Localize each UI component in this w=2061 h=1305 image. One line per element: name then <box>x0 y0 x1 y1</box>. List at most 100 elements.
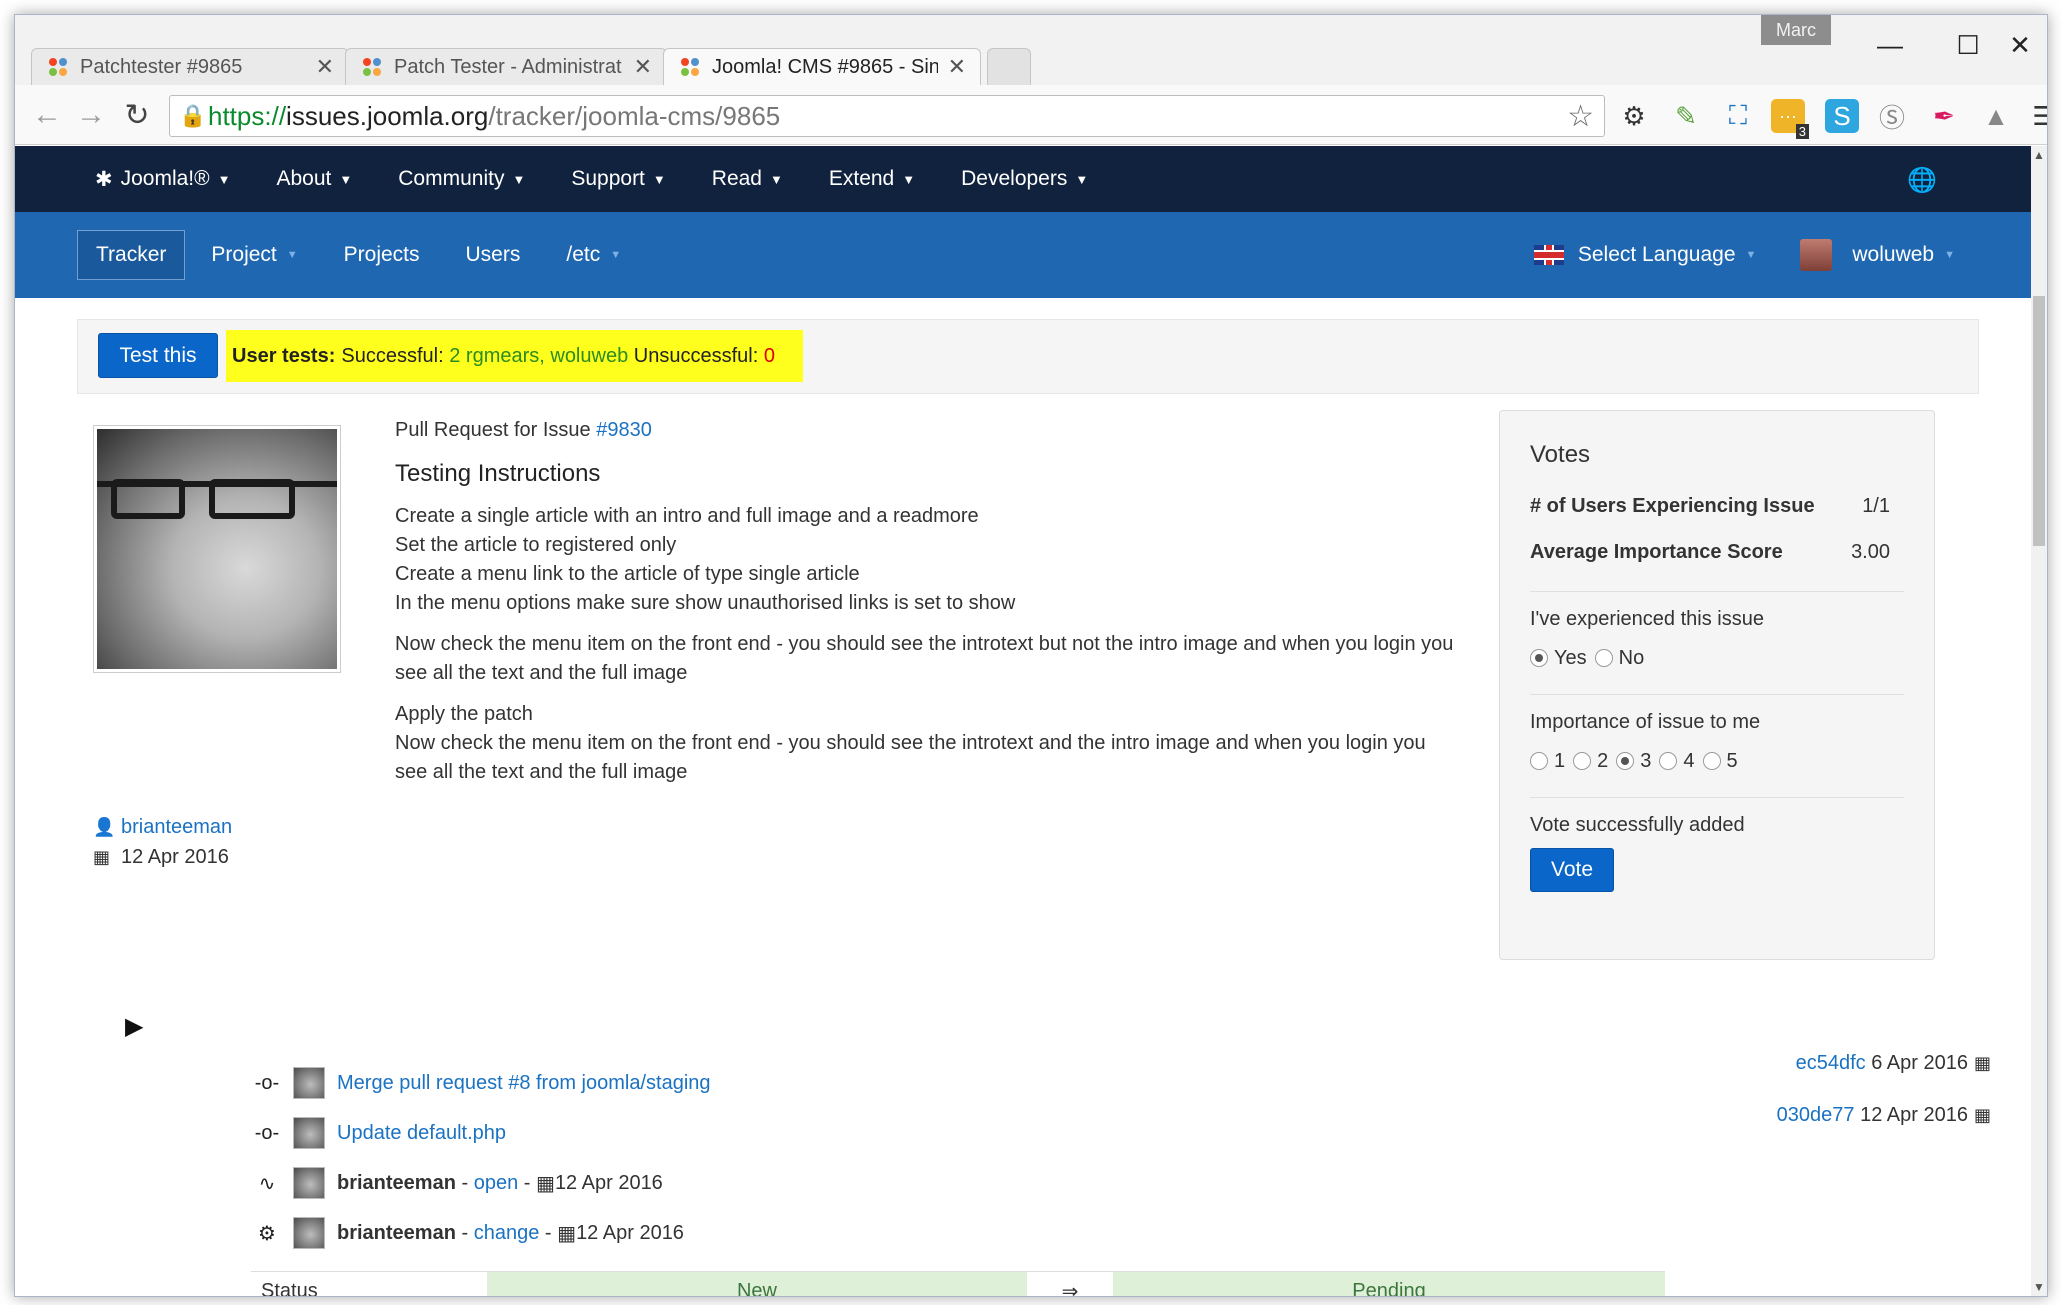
importance-4-radio[interactable] <box>1659 752 1678 770</box>
subnav-etc[interactable]: /etc ▼ <box>566 243 621 267</box>
divider <box>1530 591 1904 592</box>
subnav-tracker[interactable]: Tracker <box>77 230 186 280</box>
caret-down-icon: ▼ <box>902 171 916 187</box>
minimize-icon[interactable]: — <box>1865 25 1915 65</box>
status-to: Pending <box>1113 1272 1665 1296</box>
successful-users[interactable]: rgmears, woluweb <box>466 345 628 368</box>
importance-2-label: 2 <box>1597 749 1609 772</box>
caret-down-icon: ▼ <box>652 171 666 187</box>
skype-app-icon[interactable]: S <box>1825 99 1859 133</box>
expand-toggle-icon[interactable]: ▶ <box>125 1012 143 1041</box>
nav-label: Read <box>711 167 762 190</box>
author-date-row: ▦ 12 Apr 2016 <box>93 842 232 872</box>
subnav-users[interactable]: Users <box>466 243 521 267</box>
nav-extend[interactable]: Extend ▼ <box>829 167 915 191</box>
vote-message: Vote successfully added <box>1530 814 1745 836</box>
globe-icon[interactable]: 🌐 <box>1907 166 1937 195</box>
scroll-up-icon[interactable]: ▲ <box>2031 148 2047 164</box>
close-window-icon[interactable]: ✕ <box>1995 25 2045 65</box>
joomla-favicon-icon <box>46 55 70 79</box>
nav-about[interactable]: About ▼ <box>277 167 353 191</box>
issue-description: Pull Request for Issue #9830 Testing Ins… <box>395 416 1455 799</box>
address-bar[interactable]: 🔒 https:// issues.joomla.org /tracker/jo… <box>169 95 1605 137</box>
unsuccessful-count: 0 <box>763 344 775 367</box>
caret-down-icon: ▼ <box>1075 171 1089 187</box>
dropper-extension-icon[interactable]: ✎ <box>1669 99 1703 133</box>
select-language-dropdown[interactable]: Select Language <box>1578 243 1736 267</box>
bookmark-star-icon[interactable]: ☆ <box>1567 99 1594 134</box>
profile-badge[interactable]: Marc <box>1761 15 1831 45</box>
event-action[interactable]: change <box>474 1222 540 1245</box>
scroll-thumb[interactable] <box>2033 296 2045 546</box>
caret-down-icon: ▼ <box>286 249 298 261</box>
importance-2-radio[interactable] <box>1573 752 1592 770</box>
nav-community[interactable]: Community ▼ <box>398 167 525 191</box>
tab-title: Patch Tester - Administrat <box>394 55 622 78</box>
page-scrollbar[interactable]: ▲ ▼ <box>2031 146 2047 1296</box>
nav-label: Community <box>398 167 505 190</box>
after-patch-text: Now check the menu item on the front end… <box>395 732 1426 783</box>
experienced-label: I've experienced this issue <box>1530 608 1764 630</box>
chat-extension-icon[interactable]: 3 ··· <box>1771 99 1809 139</box>
event-separator: - <box>461 1171 469 1194</box>
importance-radio-group: 1 2 3 4 5 <box>1530 741 1904 781</box>
votes-title: Votes <box>1530 441 1591 468</box>
commit-meta: 030de77 12 Apr 2016 ▦ <box>1777 1104 1991 1127</box>
experienced-no-radio[interactable] <box>1594 649 1613 667</box>
subnav-projects[interactable]: Projects <box>344 243 420 267</box>
nav-support[interactable]: Support ▼ <box>571 167 665 191</box>
tab-patchtester[interactable]: Patchtester #9865 ✕ <box>31 48 349 85</box>
subnav-project[interactable]: Project ▼ <box>211 243 297 267</box>
tab-joomla-cms-9865[interactable]: Joomla! CMS #9865 - Sing ✕ <box>663 48 981 85</box>
skype-grey-icon[interactable]: Ⓢ <box>1875 99 1909 133</box>
commit-sha[interactable]: 030de77 <box>1777 1104 1855 1127</box>
tab-patch-tester-admin[interactable]: Patch Tester - Administrat ✕ <box>345 48 667 85</box>
tab-title: Joomla! CMS #9865 - Sing <box>712 55 938 78</box>
feather-extension-icon[interactable]: ✒ <box>1927 99 1961 133</box>
maximize-icon[interactable]: ☐ <box>1943 25 1993 65</box>
importance-3-radio[interactable] <box>1616 752 1635 770</box>
caret-down-icon: ▼ <box>610 249 622 261</box>
commit-sha[interactable]: ec54dfc <box>1796 1052 1866 1075</box>
url-scheme: https:// <box>208 100 287 131</box>
subnav-label: Users <box>465 243 521 266</box>
nav-joomla-brand[interactable]: ✱ Joomla!® ▼ <box>95 167 231 192</box>
importance-1-radio[interactable] <box>1530 752 1548 770</box>
back-arrow-icon[interactable]: ← <box>27 95 67 135</box>
step-1: Create a single article with an intro an… <box>395 505 979 527</box>
vote-button[interactable]: Vote <box>1530 848 1614 892</box>
user-avatar[interactable] <box>1800 239 1833 271</box>
screenshot-extension-icon[interactable]: ⛶ <box>1721 99 1755 133</box>
reload-icon[interactable]: ↻ <box>117 95 157 135</box>
nav-developers[interactable]: Developers ▼ <box>961 167 1088 191</box>
experienced-yes-radio[interactable] <box>1530 649 1548 667</box>
importance-5-radio[interactable] <box>1702 752 1721 770</box>
users-experiencing-row: # of Users Experiencing Issue 1/1 <box>1530 483 1904 529</box>
user-menu[interactable]: woluweb <box>1852 243 1934 267</box>
tab-title: Patchtester #9865 <box>80 55 243 78</box>
nav-label: About <box>276 167 332 190</box>
event-action[interactable]: open <box>474 1172 519 1195</box>
tab-close-icon[interactable]: ✕ <box>316 54 334 80</box>
event-separator: - <box>523 1171 531 1194</box>
nav-label: Developers <box>961 167 1068 190</box>
forward-arrow-icon[interactable]: → <box>71 95 111 135</box>
nav-label: Support <box>571 167 645 190</box>
url-path: /tracker/joomla-cms/9865 <box>488 100 781 131</box>
tab-close-icon[interactable]: ✕ <box>634 54 652 80</box>
calendar-icon: ▦ <box>1973 1053 1991 1073</box>
menu-icon[interactable]: ☰ <box>2027 99 2047 133</box>
status-label: Status <box>261 1280 318 1297</box>
new-tab-button[interactable] <box>987 48 1031 85</box>
test-this-button[interactable]: Test this <box>98 333 218 378</box>
nav-read[interactable]: Read ▼ <box>712 167 783 191</box>
experienced-radio-group: Yes No <box>1530 638 1904 678</box>
gear-extension-icon[interactable]: ⚙ <box>1617 99 1651 133</box>
tab-close-icon[interactable]: ✕ <box>948 54 966 80</box>
issue-link[interactable]: #9830 <box>596 419 652 441</box>
author-link[interactable]: brianteeman <box>121 816 232 839</box>
commit-message[interactable]: Update default.php <box>337 1122 506 1145</box>
drive-extension-icon[interactable]: ▲ <box>1979 99 2013 133</box>
commit-message[interactable]: Merge pull request #8 from joomla/stagin… <box>337 1072 711 1095</box>
scroll-down-icon[interactable]: ▼ <box>2031 1280 2047 1296</box>
